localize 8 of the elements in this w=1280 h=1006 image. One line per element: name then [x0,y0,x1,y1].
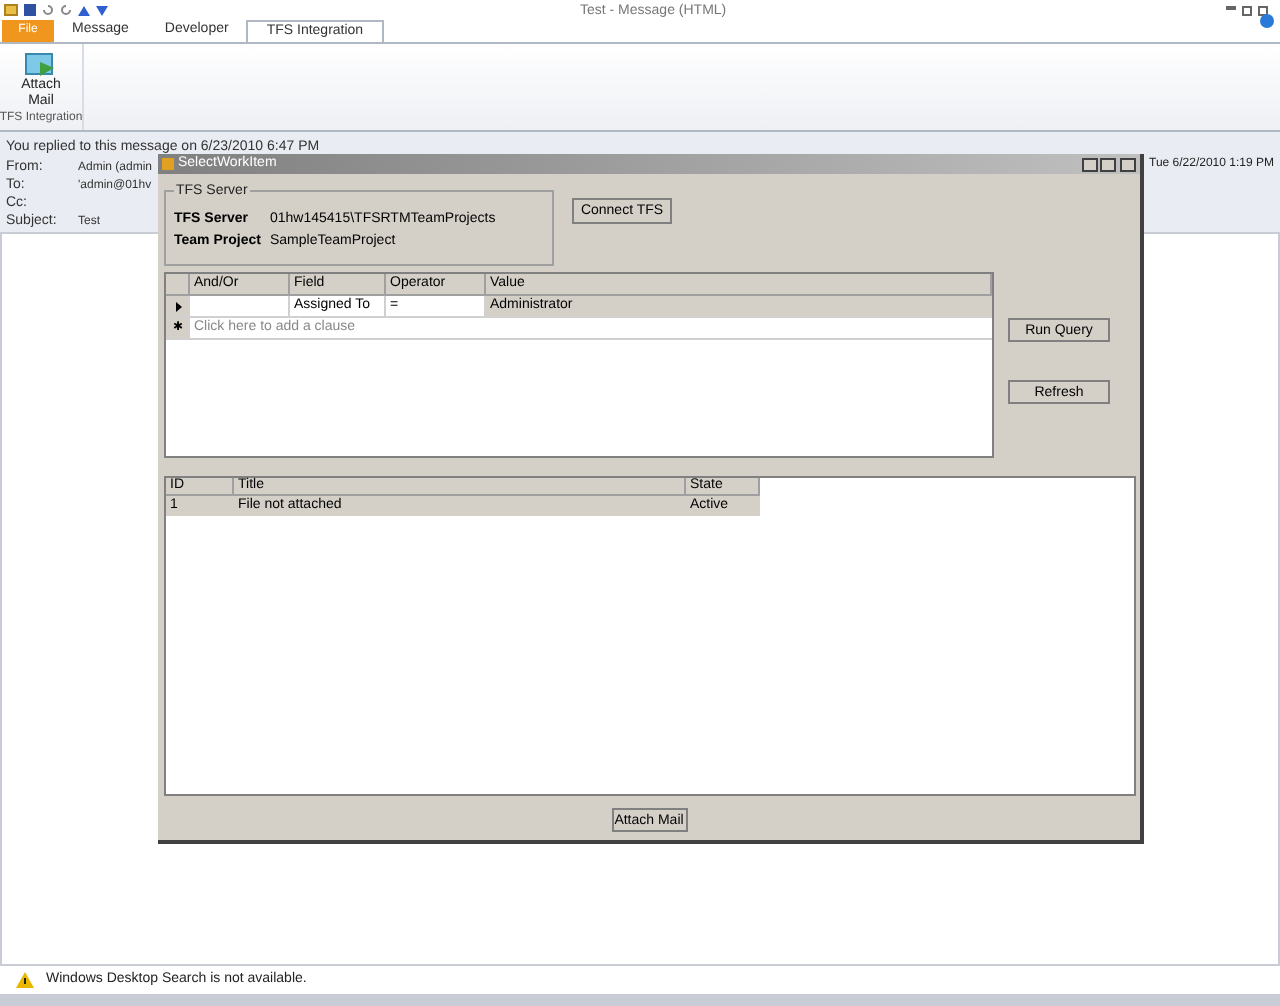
up-arrow-icon[interactable] [78,5,90,15]
warning-icon [16,972,34,988]
redo-icon[interactable] [60,4,72,16]
envelope-icon [24,50,57,78]
app-icon [162,158,174,170]
undo-icon[interactable] [42,4,54,16]
down-arrow-icon[interactable] [96,5,108,15]
help-icon[interactable] [1260,14,1274,28]
